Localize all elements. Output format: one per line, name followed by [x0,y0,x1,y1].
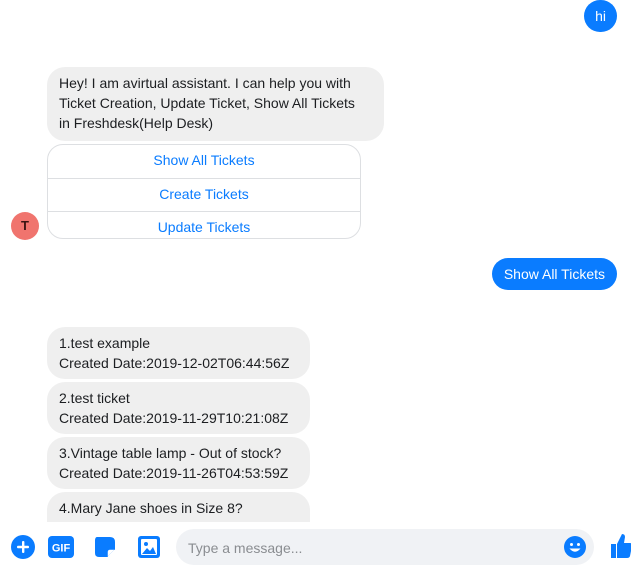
message-line: Hey! I am avirtual assistant. I can help… [59,75,351,91]
gif-label: GIF [52,543,71,555]
avatar-initial: T [21,218,29,233]
image-icon[interactable] [137,535,161,559]
ticket-message: 4.Mary Jane shoes in Size 8? [47,492,310,522]
conversation-panel[interactable]: hi Hey! I am avirtual assistant. I can h… [0,0,631,522]
message-text: Show All Tickets [503,266,605,282]
user-message-hi: hi [584,0,617,32]
thumbs-up-icon[interactable] [609,532,631,560]
emoji-icon[interactable] [563,535,587,559]
update-tickets-button[interactable]: Update Tickets [48,211,360,238]
ticket-created-date: Created Date:2019-11-29T10:21:08Z [59,410,289,426]
plus-icon[interactable] [11,535,35,559]
ticket-created-date: Created Date:2019-12-02T06:44:56Z [59,355,290,371]
message-line: in Freshdesk(Help Desk) [59,115,214,131]
bot-message-intro: Hey! I am avirtual assistant. I can help… [47,67,384,141]
ticket-title: 2.test ticket [59,390,130,406]
show-all-tickets-button[interactable]: Show All Tickets [48,145,360,178]
create-tickets-button[interactable]: Create Tickets [48,178,360,211]
message-composer: GIF [0,522,631,572]
ticket-title: 4.Mary Jane shoes in Size 8? [59,500,243,516]
message-text: hi [595,8,606,24]
message-input[interactable] [186,529,560,567]
ticket-title: 3.Vintage table lamp - Out of stock? [59,445,282,461]
ticket-message: 1.test example Created Date:2019-12-02T0… [47,327,310,379]
user-message-show-all-tickets: Show All Tickets [491,258,617,290]
ticket-message: 3.Vintage table lamp - Out of stock? Cre… [47,437,310,489]
ticket-created-date: Created Date:2019-11-26T04:53:59Z [59,465,289,481]
ticket-message: 2.test ticket Created Date:2019-11-29T10… [47,382,310,434]
bot-avatar: T [11,212,39,240]
sticker-icon[interactable] [93,535,117,559]
message-input-wrapper [176,529,594,567]
ticket-title: 1.test example [59,335,151,351]
gif-icon[interactable]: GIF [48,535,74,559]
message-line: Ticket Creation, Update Ticket, Show All… [59,95,355,111]
quick-replies: Show All Tickets Create Tickets Update T… [47,144,361,239]
